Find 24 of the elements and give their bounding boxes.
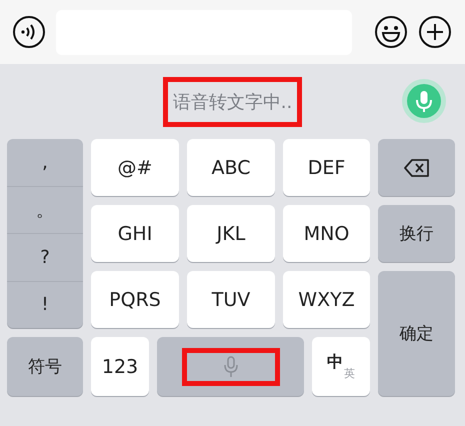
backspace-icon [404, 158, 430, 176]
emoji-icon[interactable] [374, 15, 408, 49]
letter-key[interactable]: DEF [283, 139, 370, 196]
punctuation-key[interactable]: 。 [7, 186, 83, 233]
letter-key[interactable]: MNO [283, 205, 370, 262]
voice-status-text: 语音转文字中.. [162, 76, 302, 126]
punctuation-key[interactable]: ? [7, 233, 83, 280]
keyboard-key[interactable]: 符号 [7, 337, 83, 396]
keyboard-key[interactable]: 换行 [378, 205, 455, 262]
letter-key[interactable]: JKL [187, 205, 275, 262]
keyboard-key[interactable]: 123 [91, 337, 149, 396]
letter-key[interactable]: WXYZ [283, 271, 370, 328]
letter-key[interactable]: PQRS [91, 271, 179, 328]
letter-key[interactable]: TUV [187, 271, 275, 328]
letter-key[interactable]: @# [91, 139, 179, 196]
keyboard-key[interactable]: 确定 [378, 271, 455, 396]
punctuation-key[interactable]: ! [7, 280, 83, 328]
microphone-icon [224, 356, 238, 378]
letter-key[interactable]: GHI [91, 205, 179, 262]
voice-icon[interactable] [12, 15, 46, 49]
backspace-key[interactable] [378, 139, 455, 196]
letter-key[interactable]: ABC [187, 139, 275, 196]
add-icon[interactable] [418, 15, 452, 49]
punctuation-key[interactable]: , [7, 139, 83, 186]
